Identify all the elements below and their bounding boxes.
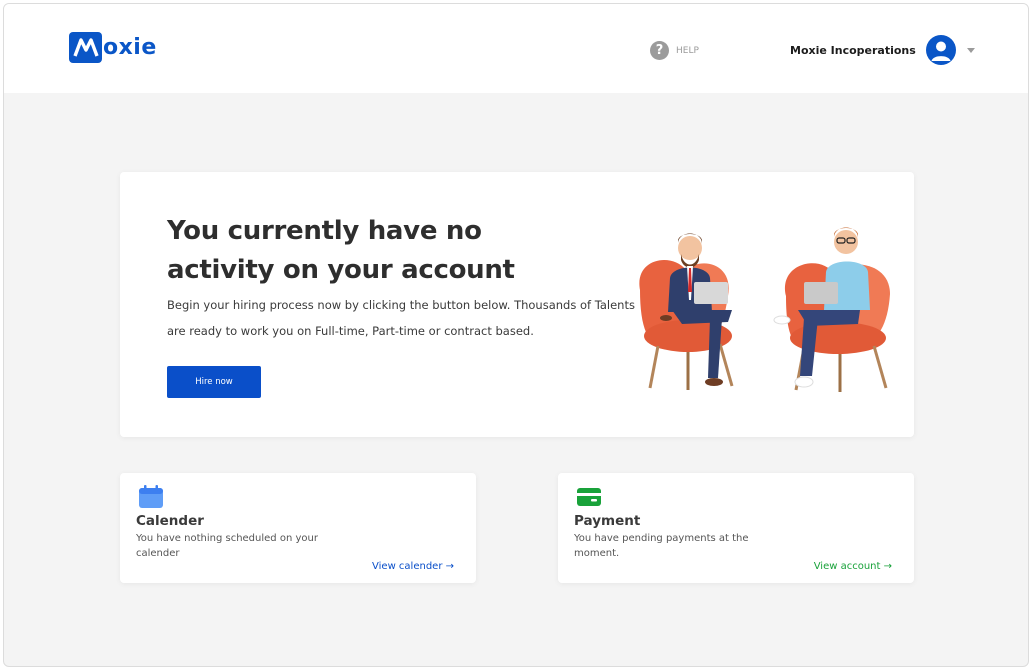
- calendar-card-description: You have nothing scheduled on your calen…: [136, 533, 318, 559]
- payment-card-description: You have pending payments at the moment.: [574, 533, 749, 559]
- top-navigation-bar: oxie ? HELP Moxie Incoperations: [4, 4, 1028, 93]
- hire-now-button[interactable]: Hire now: [167, 366, 261, 398]
- empty-state-panel: You currently have no activity on your a…: [120, 172, 914, 437]
- logo-mark: [69, 32, 102, 63]
- view-account-link[interactable]: View account →: [814, 561, 892, 572]
- view-calendar-link[interactable]: View calender →: [372, 561, 454, 572]
- payment-card-title: Payment: [574, 513, 641, 529]
- empty-state-title: You currently have no activity on your a…: [167, 216, 515, 285]
- logo-wordmark: oxie: [103, 35, 157, 60]
- help-icon: ?: [650, 41, 669, 60]
- help-label: HELP: [676, 45, 699, 56]
- calendar-icon: [138, 485, 164, 509]
- payment-card: Payment You have pending payments at the…: [558, 473, 914, 583]
- app-frame: oxie ? HELP Moxie Incoperations You curr…: [3, 3, 1029, 667]
- avatar-icon[interactable]: [925, 35, 956, 65]
- help-link[interactable]: ? HELP: [650, 41, 699, 60]
- calendar-card: Calender You have nothing scheduled on y…: [120, 473, 476, 583]
- empty-state-description: Begin your hiring process now by clickin…: [167, 298, 635, 338]
- two-people-on-chairs-illustration: [639, 227, 890, 392]
- account-menu[interactable]: Moxie Incoperations: [790, 35, 975, 65]
- moxie-logo[interactable]: oxie: [69, 32, 157, 63]
- credit-card-icon: [576, 485, 602, 509]
- chevron-down-icon[interactable]: [966, 47, 975, 53]
- calendar-card-title: Calender: [136, 513, 204, 529]
- account-name: Moxie Incoperations: [790, 43, 916, 57]
